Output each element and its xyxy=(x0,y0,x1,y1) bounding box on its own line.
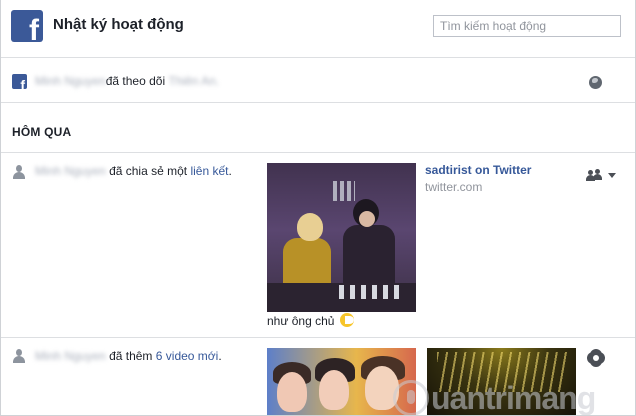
link-text[interactable]: liên kết xyxy=(190,164,228,178)
person-right-face xyxy=(359,211,375,227)
chevron-down-icon xyxy=(608,173,616,178)
link-text[interactable]: 6 video mới xyxy=(156,349,219,363)
facebook-small-letter: f xyxy=(20,77,25,89)
header: f Nhật ký hoạt động xyxy=(1,0,635,58)
facebook-logo-letter: f xyxy=(29,14,39,43)
pacman-emoji-icon xyxy=(339,313,354,327)
video-thumbnail[interactable] xyxy=(427,348,576,415)
gear-icon[interactable] xyxy=(589,351,603,365)
shared-image-thumbnail[interactable] xyxy=(267,163,416,312)
activity-log-window: f Nhật ký hoạt động f Minh Nguyenđã theo… xyxy=(0,0,636,416)
period: . xyxy=(218,349,222,363)
activity-text: Minh Nguyenđã theo dõi Thiên An. xyxy=(35,74,219,88)
shared-link-domain: twitter.com xyxy=(425,180,483,194)
action-text: đã thêm xyxy=(109,349,153,363)
caption-text: như ông chủ xyxy=(267,314,335,328)
stage-lights xyxy=(437,352,567,392)
search-input[interactable] xyxy=(433,15,621,37)
activity-item-videos: Minh Nguyen đã thêm 6 video mới. xyxy=(1,338,635,415)
cups xyxy=(339,285,399,299)
video-thumbnail[interactable] xyxy=(267,348,416,415)
actor-name[interactable]: Minh Nguyen xyxy=(35,74,106,88)
friend-figure xyxy=(593,169,602,181)
friends-icon[interactable] xyxy=(586,169,622,183)
activity-item-share: Minh Nguyen đã chia sẻ một liên kết. như… xyxy=(1,153,635,338)
actor-name[interactable]: Minh Nguyen xyxy=(35,349,106,363)
person-left-head xyxy=(297,213,323,241)
person-icon xyxy=(12,349,26,363)
face xyxy=(319,370,349,410)
bottles xyxy=(333,181,355,201)
face xyxy=(277,372,307,412)
facebook-small-icon: f xyxy=(12,74,27,89)
post-caption: như ông chủ xyxy=(267,313,354,328)
section-header: HÔM QUA xyxy=(1,103,635,153)
action-text: đã theo dõi xyxy=(105,74,166,88)
globe-icon[interactable] xyxy=(589,76,602,89)
target-name[interactable]: Thiên An. xyxy=(168,74,219,88)
action-text: đã chia sẻ một xyxy=(109,164,188,178)
face xyxy=(365,366,399,410)
activity-text: Minh Nguyen đã chia sẻ một liên kết. xyxy=(35,164,232,178)
section-title: HÔM QUA xyxy=(12,125,72,139)
person-icon xyxy=(12,165,26,179)
activity-item-follow: f Minh Nguyenđã theo dõi Thiên An. xyxy=(1,58,635,103)
facebook-logo-icon[interactable]: f xyxy=(11,10,43,42)
period: . xyxy=(228,164,232,178)
page-title: Nhật ký hoạt động xyxy=(53,16,184,33)
actor-name[interactable]: Minh Nguyen xyxy=(35,164,106,178)
activity-text: Minh Nguyen đã thêm 6 video mới. xyxy=(35,349,222,363)
shared-link-title[interactable]: sadtirist on Twitter xyxy=(425,163,531,177)
